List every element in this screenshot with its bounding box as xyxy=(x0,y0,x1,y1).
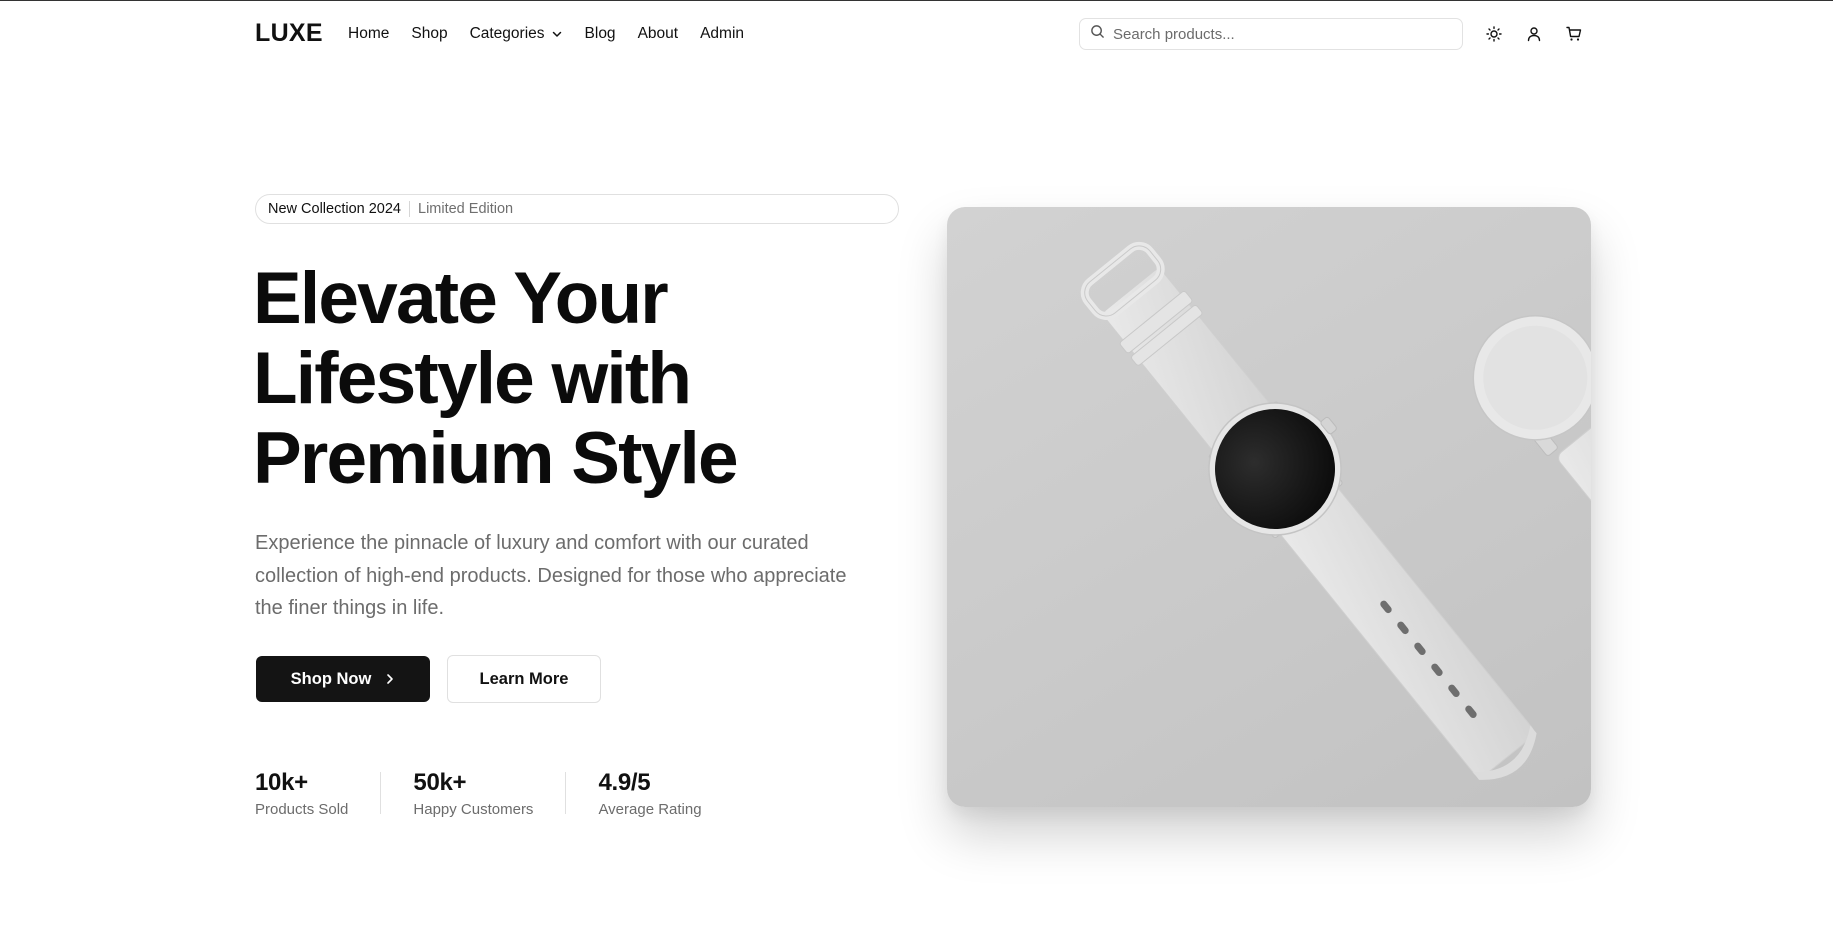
chevron-right-icon xyxy=(385,673,395,685)
shop-now-button[interactable]: Shop Now xyxy=(256,656,430,702)
search-icon xyxy=(1090,24,1105,44)
hero-headline: Elevate Your Lifestyle with Premium Styl… xyxy=(253,259,813,499)
nav-link-label: About xyxy=(637,25,679,42)
chevron-down-icon xyxy=(551,28,563,40)
nav-link-label: Home xyxy=(348,25,390,42)
learn-more-label: Learn More xyxy=(479,669,569,688)
search-box[interactable] xyxy=(1079,18,1463,50)
hero-description: Experience the pinnacle of luxury and co… xyxy=(255,532,847,619)
stat-average-rating: 4.9/5 Average Rating xyxy=(598,769,702,818)
hero-product-image xyxy=(947,207,1591,807)
main-menu: Home Shop Categories Blog About Admin xyxy=(348,25,766,43)
top-navigation: LUXE Home Shop Categories Blog About Adm… xyxy=(0,1,1833,67)
headline-line: Elevate Your xyxy=(253,258,669,339)
nav-link-about[interactable]: About xyxy=(638,25,679,43)
stat-divider xyxy=(380,772,382,814)
cart-icon[interactable] xyxy=(1563,23,1585,45)
nav-link-label: Blog xyxy=(584,25,616,42)
nav-link-label: Categories xyxy=(469,25,545,42)
stat-label: Average Rating xyxy=(598,801,702,818)
stat-value: 50k+ xyxy=(413,769,467,796)
learn-more-button[interactable]: Learn More xyxy=(447,655,601,703)
nav-link-home[interactable]: Home xyxy=(348,25,389,43)
headline-line: Lifestyle with xyxy=(253,338,692,419)
brand-logo[interactable]: LUXE xyxy=(255,19,323,48)
badge-secondary-text: Limited Edition xyxy=(418,201,514,217)
sun-icon[interactable] xyxy=(1483,23,1505,45)
stat-happy-customers: 50k+ Happy Customers xyxy=(413,769,534,818)
nav-link-blog[interactable]: Blog xyxy=(585,25,616,43)
search-input[interactable] xyxy=(1113,25,1443,43)
shop-now-label: Shop Now xyxy=(290,669,372,688)
stat-products-sold: 10k+ Products Sold xyxy=(255,769,349,818)
stat-value: 10k+ xyxy=(255,769,308,796)
stat-label: Products Sold xyxy=(255,801,349,818)
nav-link-categories[interactable]: Categories xyxy=(470,25,563,43)
nav-link-admin[interactable]: Admin xyxy=(700,25,744,43)
user-icon[interactable] xyxy=(1523,23,1545,45)
watch-illustration xyxy=(1080,241,1591,780)
badge-divider xyxy=(409,201,410,217)
stat-label: Happy Customers xyxy=(413,801,534,818)
nav-link-shop[interactable]: Shop xyxy=(411,25,447,43)
nav-link-label: Shop xyxy=(411,25,448,42)
stat-divider xyxy=(565,772,567,814)
nav-link-label: Admin xyxy=(700,25,745,42)
headline-line: Premium Style xyxy=(253,418,739,499)
collection-badge: New Collection 2024 Limited Edition xyxy=(255,194,899,224)
stat-value: 4.9/5 xyxy=(598,769,651,796)
hero-stats: 10k+ Products Sold 50k+ Happy Customers … xyxy=(255,769,702,818)
badge-primary-text: New Collection 2024 xyxy=(268,201,401,217)
